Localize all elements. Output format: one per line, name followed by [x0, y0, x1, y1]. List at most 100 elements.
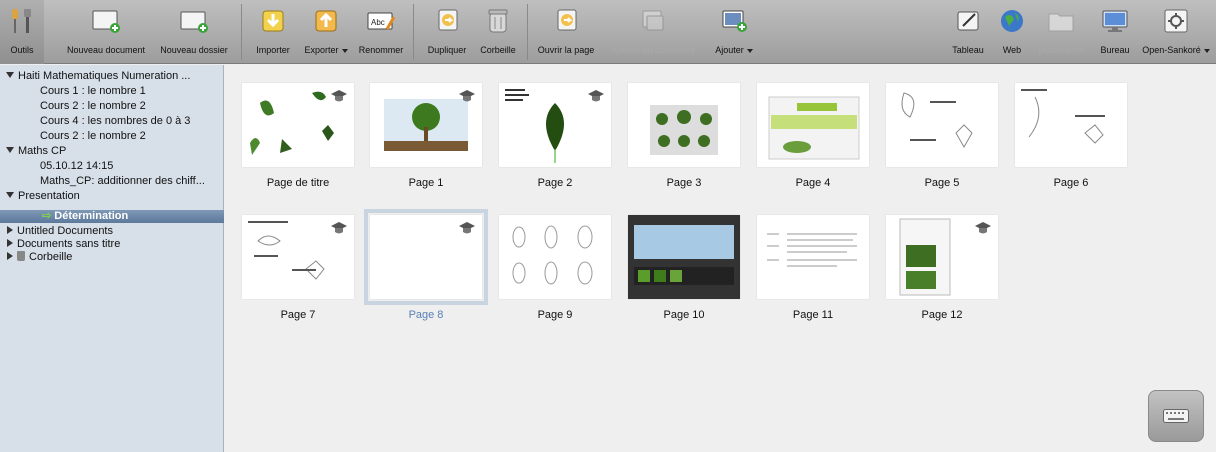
sidebar-tree-label: Untitled Documents: [17, 225, 113, 237]
page-caption: Page 3: [666, 177, 702, 189]
sidebar-tree-item[interactable]: Presentation: [0, 190, 224, 203]
arrow-icon: ⇨: [42, 210, 55, 222]
page-thumbnail[interactable]: [757, 83, 869, 167]
desktop-label: Bureau: [1100, 45, 1130, 55]
graduation-cap-icon: [587, 89, 605, 108]
open-sankore-button[interactable]: Open-Sankoré: [1138, 4, 1214, 62]
trash-icon: [17, 251, 25, 261]
disclosure-closed-icon[interactable]: [7, 252, 13, 260]
sidebar-tree-item[interactable]: Cours 4 : les nombres de 0 à 3: [0, 115, 224, 128]
add-image-icon: [719, 6, 749, 36]
trash-button[interactable]: Corbeille: [474, 4, 522, 62]
outils-button[interactable]: Outils: [2, 4, 42, 62]
toolbar-separator: [527, 4, 528, 60]
settings-icon: [1161, 6, 1191, 36]
open-page-label: Ouvrir la page: [537, 45, 595, 55]
export-dropdown-caret-icon: [341, 48, 348, 53]
sidebar-tree-item[interactable]: Untitled Documents: [0, 225, 224, 238]
add-label: Ajouter: [715, 44, 753, 56]
new-document-button[interactable]: Nouveau document: [62, 4, 150, 62]
page-caption: Page 1: [408, 177, 444, 189]
trash-label: Corbeille: [480, 45, 516, 55]
rename-icon: Abc: [366, 6, 396, 36]
sidebar-tree-label: Maths_CP: additionner des chiff...: [40, 175, 205, 187]
page-thumbnail[interactable]: [364, 209, 488, 305]
page-thumbnail[interactable]: [886, 83, 998, 167]
rename-button[interactable]: Abc Renommer: [355, 4, 407, 62]
rename-label: Renommer: [358, 45, 404, 55]
disclosure-open-icon[interactable]: [6, 192, 14, 198]
export-icon: [311, 6, 341, 36]
page-caption: Page 5: [924, 177, 960, 189]
web-button[interactable]: Web: [994, 4, 1030, 62]
document-tree-sidebar: Haiti Mathematiques Numeration ... Cours …: [0, 65, 224, 452]
sidebar-tree-label: Détermination: [54, 210, 129, 222]
duplicate-icon: [432, 6, 462, 36]
open-sankore-dropdown-caret-icon: [1203, 48, 1210, 53]
import-button[interactable]: Importer: [250, 4, 296, 62]
disclosure-closed-icon[interactable]: [7, 239, 13, 247]
page-thumbnail[interactable]: [1015, 83, 1127, 167]
board-button[interactable]: Tableau: [945, 4, 991, 62]
page-thumbnail[interactable]: [499, 83, 611, 167]
page-thumbnail[interactable]: [628, 83, 740, 167]
virtual-keyboard-button[interactable]: [1148, 390, 1204, 442]
toolbar-separator: [413, 4, 414, 60]
sidebar-tree-label: Cours 4 : les nombres de 0 à 3: [40, 115, 191, 127]
graduation-cap-icon: [330, 89, 348, 108]
documents-button[interactable]: Documents: [1032, 4, 1090, 62]
new-folder-icon: [179, 6, 209, 36]
open-page-icon: [551, 6, 581, 36]
sidebar-tree-item[interactable]: Cours 2 : le nombre 2: [0, 100, 224, 113]
add-dropdown-caret-icon: [746, 48, 753, 53]
sidebar-tree-label: Cours 2 : le nombre 2: [40, 100, 146, 112]
globe-icon: [997, 6, 1027, 36]
sidebar-tree-item[interactable]: Haiti Mathematiques Numeration ...: [0, 70, 224, 83]
sidebar-tree-label: 05.10.12 14:15: [40, 160, 114, 172]
board-icon: [953, 6, 983, 36]
sidebar-tree-item[interactable]: Corbeille: [0, 251, 224, 264]
page-caption: Page 12: [921, 309, 963, 321]
sidebar-tree-label: Maths CP: [18, 145, 67, 157]
add-to-document-button[interactable]: Ajouter au document: [603, 4, 703, 62]
new-folder-button[interactable]: Nouveau dossier: [154, 4, 234, 62]
sidebar-tree-item[interactable]: Cours 1 : le nombre 1: [0, 85, 224, 98]
page-thumbnail[interactable]: [242, 83, 354, 167]
page-thumbnail[interactable]: [757, 215, 869, 299]
disclosure-open-icon[interactable]: [6, 147, 14, 153]
page-thumbnails-area: Page de titre Page 1 Page 2 Page 3 Page 4 Pag…: [225, 65, 1216, 452]
open-sankore-label: Open-Sankoré: [1142, 44, 1210, 56]
sidebar-tree-item[interactable]: ⇨ Détermination: [0, 210, 224, 223]
sidebar-tree-item[interactable]: Maths CP: [0, 145, 224, 158]
trash-icon: [483, 6, 513, 36]
sidebar-tree-item[interactable]: Maths_CP: additionner des chiff...: [0, 175, 224, 188]
page-thumbnail[interactable]: [499, 215, 611, 299]
sidebar-tree-label: Presentation: [18, 190, 80, 202]
add-button[interactable]: Ajouter: [706, 4, 762, 62]
sidebar-tree-item[interactable]: 05.10.12 14:15: [0, 160, 224, 173]
page-caption: Page 8: [408, 309, 444, 321]
new-document-icon: [91, 6, 121, 36]
sidebar-tree-item[interactable]: Cours 2 : le nombre 2: [0, 130, 224, 143]
open-page-button[interactable]: Ouvrir la page: [533, 4, 599, 62]
duplicate-label: Dupliquer: [427, 45, 467, 55]
disclosure-closed-icon[interactable]: [7, 226, 13, 234]
page-thumbnail[interactable]: [886, 215, 998, 299]
duplicate-button[interactable]: Dupliquer: [421, 4, 473, 62]
sidebar-tree-item[interactable]: Documents sans titre: [0, 238, 224, 251]
documents-label: Documents: [1038, 45, 1084, 55]
desktop-button[interactable]: Bureau: [1093, 4, 1137, 62]
page-caption: Page 11: [792, 309, 834, 321]
sidebar-tree-label: Documents sans titre: [17, 238, 121, 250]
graduation-cap-icon: [458, 221, 476, 240]
disclosure-open-icon[interactable]: [6, 72, 14, 78]
page-thumbnail[interactable]: [370, 83, 482, 167]
page-thumbnail[interactable]: [242, 215, 354, 299]
page-thumbnail[interactable]: [628, 215, 740, 299]
export-button[interactable]: Exporter: [298, 4, 354, 62]
page-caption: Page de titre: [266, 177, 330, 189]
add-to-document-label: Ajouter au document: [611, 45, 695, 55]
page-caption: Page 9: [537, 309, 573, 321]
export-label: Exporter: [304, 44, 348, 56]
import-label: Importer: [256, 45, 290, 55]
